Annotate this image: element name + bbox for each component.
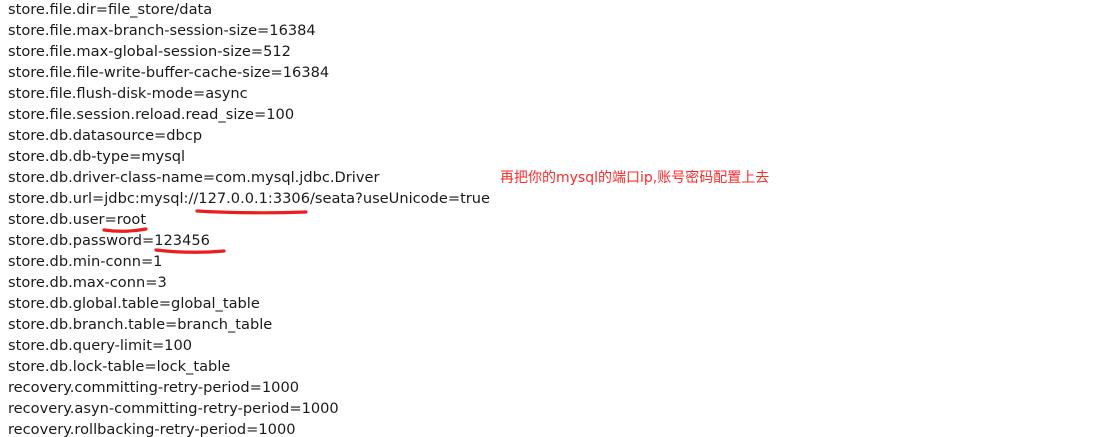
config-line-global-table: store.db.global.table=global_table bbox=[8, 295, 260, 312]
config-line-branch-table: store.db.branch.table=branch_table bbox=[8, 316, 273, 333]
config-line-store-file-dir: store.file.dir=file_store/data bbox=[8, 1, 213, 18]
url-underline-stroke bbox=[195, 209, 308, 215]
config-line-min-conn: store.db.min-conn=1 bbox=[8, 253, 163, 270]
config-line-lock-table: store.db.lock-table=lock_table bbox=[8, 358, 231, 375]
config-line-max-branch-session-size: store.file.max-branch-session-size=16384 bbox=[8, 22, 316, 39]
config-line-query-limit: store.db.query-limit=100 bbox=[8, 337, 193, 354]
config-line-db-type: store.db.db-type=mysql bbox=[8, 148, 186, 165]
config-line-max-global-session-size: store.file.max-global-session-size=512 bbox=[8, 43, 291, 60]
config-line-asyn-committing-retry-period: recovery.asyn-committing-retry-period=10… bbox=[8, 400, 339, 417]
config-line-rollbacking-retry-period: recovery.rollbacking-retry-period=1000 bbox=[8, 421, 296, 437]
config-line-driver-class-name: store.db.driver-class-name=com.mysql.jdb… bbox=[8, 169, 380, 186]
annotation-note: 再把你的mysql的端口ip,账号密码配置上去 bbox=[500, 170, 770, 186]
config-line-db-user: store.db.user=root bbox=[8, 211, 147, 228]
config-line-flush-disk-mode: store.file.flush-disk-mode=async bbox=[8, 85, 248, 102]
config-line-session-reload-read-size: store.file.session.reload.read_size=100 bbox=[8, 106, 295, 123]
config-line-committing-retry-period: recovery.committing-retry-period=1000 bbox=[8, 379, 300, 396]
config-line-max-conn: store.db.max-conn=3 bbox=[8, 274, 167, 291]
config-text-view: store.file.dir=file_store/data store.fil… bbox=[0, 0, 1103, 437]
config-line-db-url: store.db.url=jdbc:mysql://127.0.0.1:3306… bbox=[8, 190, 491, 207]
config-line-db-password: store.db.password=123456 bbox=[8, 232, 210, 249]
config-line-datasource: store.db.datasource=dbcp bbox=[8, 127, 203, 144]
config-line-file-write-buffer-cache-size: store.file.file-write-buffer-cache-size=… bbox=[8, 64, 330, 81]
